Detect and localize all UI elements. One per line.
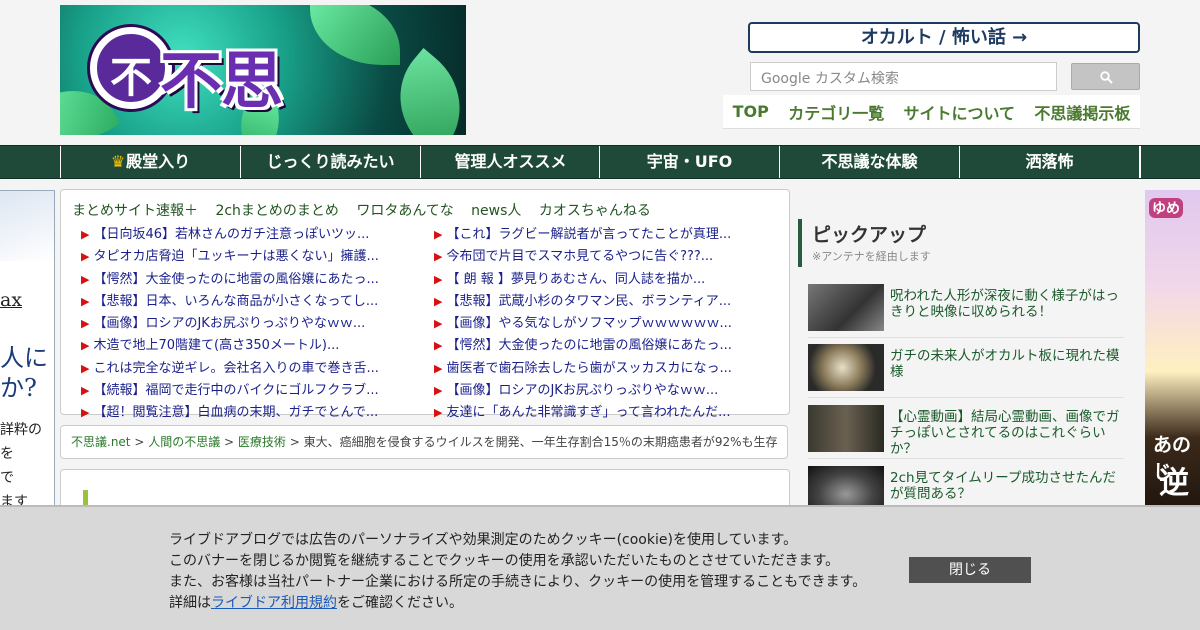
nav-categories[interactable]: カテゴリ一覧: [788, 100, 884, 124]
nav-space-ufo[interactable]: 宇宙・UFO: [599, 146, 779, 178]
antenna-link[interactable]: 【続報】福岡で走行中のバイクにゴルフクラブ...: [81, 380, 401, 402]
top-navigation: TOP カテゴリ一覧 サイトについて 不思議掲示板: [723, 95, 1140, 129]
logo-text: 不思議.NET: [160, 44, 390, 135]
cookie-banner: ライブドアブログでは広告のパーソナライズや効果測定のためクッキー(cookie)…: [0, 505, 1200, 630]
antenna-link[interactable]: 【悲報】武蔵小杉のタワマン民、ボランティア...: [434, 291, 784, 313]
antenna-link[interactable]: 【超！閲覧注意】白血病の末期、ガチでとんで...: [81, 402, 401, 424]
nav-divider: [1139, 146, 1141, 178]
left-side-ad[interactable]: ax 人に か? 詳粋の を で ます: [0, 190, 55, 520]
antenna-panel: まとめサイト速報＋ 2chまとめのまとめ ワロタあんてな news人 カオスちゃ…: [60, 189, 790, 420]
antenna-link[interactable]: タピオカ店脅迫「ユッキーナは悪くない」擁護...: [81, 246, 401, 268]
nav-bbs[interactable]: 不思議掲示板: [1034, 100, 1130, 124]
antenna-link[interactable]: 今布団で片目でスマホ見てるやつに告ぐ???...: [434, 246, 784, 268]
breadcrumb-home[interactable]: 不思議.net: [71, 435, 131, 449]
antenna-link[interactable]: 【画像】ロシアのJKお尻ぷりっぷりやなｗｗ...: [81, 313, 401, 335]
pickup-header: ピックアップ ※アンテナを経由します: [798, 219, 1123, 267]
cookie-text: 詳細はライブドア利用規約をご確認ください。: [169, 595, 463, 611]
antenna-link[interactable]: 【悲報】日本、いろんな商品が小さくなってし...: [81, 291, 401, 313]
breadcrumb-category[interactable]: 人間の不思議: [148, 435, 220, 449]
antenna-list-left: 【日向坂46】若林さんのガチ注意っぽいツッ... タピオカ店脅迫「ユッキーナは悪…: [81, 224, 401, 425]
breadcrumb: 不思議.net > 人間の不思議 > 医療技術 > 東大、癌細胞を侵食するウイル…: [60, 425, 788, 459]
ad-image: [0, 191, 54, 261]
antenna-link[interactable]: これは完全な逆ギレ。会社名入りの車で巻き舌...: [81, 358, 401, 380]
cookie-text: ライブドアブログでは広告のパーソナライズや効果測定のためクッキー(cookie)…: [169, 532, 798, 548]
antenna-tab[interactable]: まとめサイト速報＋: [72, 203, 198, 219]
pickup-item[interactable]: 【心霊動画】結局心霊動画、画像でガチっぽいとされてるのはこれぐらいか？: [808, 403, 1124, 459]
breadcrumb-current: 東大、癌細胞を侵食するウイルスを開発、一年生存割合15％の末期癌患者が92%も生…: [303, 435, 778, 449]
antenna-tabs: まとめサイト速報＋ 2chまとめのまとめ ワロタあんてな news人 カオスちゃ…: [72, 200, 664, 220]
antenna-link[interactable]: 【愕然】大金使ったのに地雷の風俗嬢にあたっ...: [81, 269, 401, 291]
pickup-item[interactable]: 呪われた人形が深夜に動く様子がはっきりと映像に収められる！: [808, 282, 1124, 338]
antenna-tab[interactable]: 2chまとめのまとめ: [215, 203, 338, 219]
nav-top[interactable]: TOP: [733, 102, 769, 121]
antenna-list-right: 【これ】ラグビー解説者が言ってたことが真理... 今布団で片目でスマホ見てるやつ…: [434, 224, 784, 425]
nav-hall-of-fame[interactable]: ♛殿堂入り: [60, 146, 240, 178]
main-navigation: ♛殿堂入り じっくり読みたい 管理人オススメ 宇宙・UFO 不思議な体験 洒落怖: [0, 145, 1200, 179]
antenna-link[interactable]: 【日向坂46】若林さんのガチ注意っぽいツッ...: [81, 224, 401, 246]
nav-about[interactable]: サイトについて: [904, 100, 1016, 124]
pickup-thumbnail: [808, 344, 884, 391]
antenna-tab[interactable]: news人: [471, 203, 521, 219]
breadcrumb-subcategory[interactable]: 医療技術: [238, 435, 286, 449]
search-input[interactable]: Google カスタム検索: [750, 62, 1057, 91]
close-banner-button[interactable]: 閉じる: [909, 557, 1031, 583]
crown-icon: ♛: [110, 152, 126, 171]
nav-long-reads[interactable]: じっくり読みたい: [240, 146, 420, 178]
pickup-thumbnail: [808, 284, 884, 331]
right-side-ad[interactable]: ゆめ あのじ 逆: [1145, 190, 1200, 520]
antenna-link[interactable]: 【画像】ロシアのJKお尻ぷりっぷりやなｗｗ...: [434, 380, 784, 402]
terms-link[interactable]: ライブドア利用規約: [211, 595, 337, 611]
occult-stories-link[interactable]: オカルト / 怖い話 →: [748, 22, 1140, 53]
cookie-text: このバナーを閉じるか閲覧を継続することでクッキーの使用を承認いただいたものとさせ…: [169, 553, 840, 569]
antenna-tab[interactable]: カオスちゃんねる: [539, 203, 651, 219]
pickup-item[interactable]: ガチの未来人がオカルト板に現れた模様: [808, 342, 1124, 398]
antenna-link[interactable]: 歯医者で歯石除去したら歯がスッカスカになっ...: [434, 358, 784, 380]
antenna-link[interactable]: 【これ】ラグビー解説者が言ってたことが真理...: [434, 224, 784, 246]
site-logo[interactable]: 不 不思議.NET: [60, 5, 466, 135]
nav-admin-picks[interactable]: 管理人オススメ: [420, 146, 600, 178]
cookie-text: また、お客様は当社パートナー企業における所定の手続きにより、クッキーの使用を管理…: [169, 574, 867, 590]
nav-mysterious-experience[interactable]: 不思議な体験: [779, 146, 959, 178]
antenna-tab[interactable]: ワロタあんてな: [356, 203, 453, 219]
pickup-thumbnail: [808, 405, 884, 452]
antenna-link[interactable]: 【 朗 報 】夢見りあむさん、同人誌を描か...: [434, 269, 784, 291]
antenna-link[interactable]: 【愕然】大金使ったのに地雷の風俗嬢にあたっ...: [434, 335, 784, 357]
search-button[interactable]: [1071, 63, 1140, 90]
nav-share-kowa[interactable]: 洒落怖: [959, 146, 1139, 178]
search-icon: [1100, 71, 1113, 84]
antenna-link[interactable]: 木造で地上70階建て(高さ350メートル)...: [81, 335, 401, 357]
pickup-note: ※アンテナを経由します: [812, 250, 931, 263]
antenna-link[interactable]: 【画像】やる気なしがソフマップｗｗｗｗｗｗ...: [434, 313, 784, 335]
pickup-title: ピックアップ: [812, 224, 927, 246]
antenna-link[interactable]: 友達に「あんた非常識すぎ」って言われたんだ...: [434, 402, 784, 424]
